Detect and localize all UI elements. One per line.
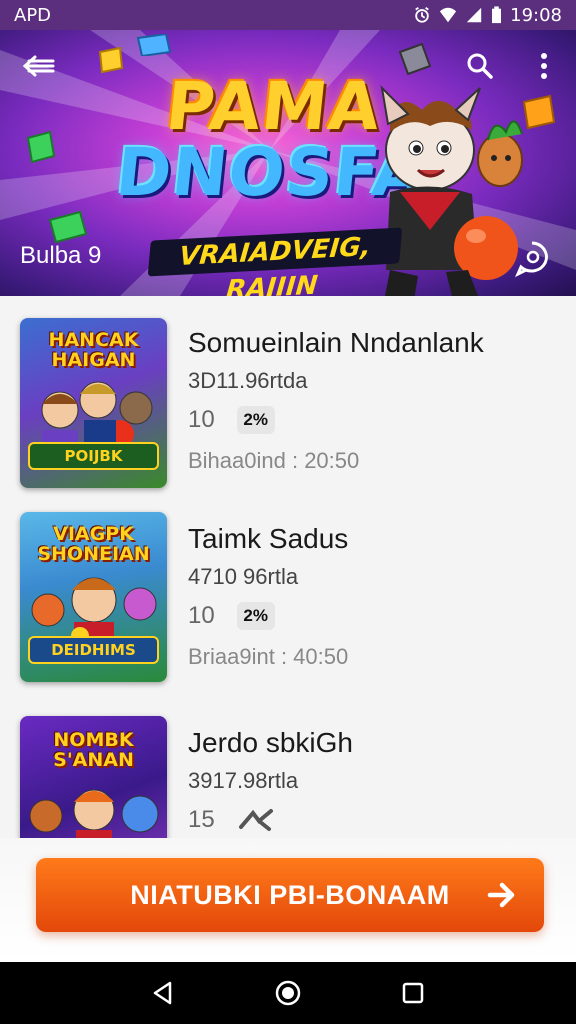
game-thumbnail: NOMBK S'ANAN — [20, 716, 167, 838]
status-bar: APD 19:08 — [0, 0, 576, 30]
chat-button[interactable] — [512, 238, 552, 278]
gem-decoration — [26, 130, 56, 164]
back-button[interactable] — [18, 46, 58, 86]
thumbnail-badge: DEIDHIMS — [28, 636, 159, 664]
list-item[interactable]: VIAGPK SHONEIAN DEIDHIMS Taimk Sadus 471… — [0, 512, 576, 708]
list-item[interactable]: HANCAK HAIGAN POIJBK Somueinlain Nndanla… — [0, 316, 576, 512]
signal-icon — [466, 7, 482, 23]
share-icon — [238, 809, 273, 831]
item-title: Jerdo sbkiGh — [188, 727, 353, 758]
primary-action-label: NIATUBKI PBI-BONAAM — [130, 879, 450, 910]
item-count: 10 — [188, 602, 215, 629]
percent-badge: 2% — [236, 602, 275, 630]
back-arrow-icon — [22, 55, 55, 77]
game-thumbnail: HANCAK HAIGAN POIJBK — [20, 318, 167, 488]
item-info: Jerdo sbkiGh 3917.98rtla 15 — [188, 728, 353, 834]
search-icon — [467, 53, 493, 79]
item-title: Somueinlain Nndanlank — [188, 327, 484, 358]
status-icons: 19:08 — [413, 5, 562, 26]
item-stats: 10 2% — [188, 406, 484, 434]
nav-recents-button[interactable] — [391, 971, 435, 1015]
alarm-icon — [415, 7, 429, 23]
hero-banner: PAMA DNOSFA VRAIADVEIG, RAIIIN Bulba 9 — [0, 30, 576, 296]
item-count: 15 — [188, 806, 215, 833]
item-time: Briaa9int : 40:50 — [188, 644, 349, 669]
thumbnail-title: NOMBK S'ANAN — [53, 729, 134, 771]
item-size: 3D11.96rtda — [188, 368, 308, 393]
thumbnail-title: VIAGPK SHONEIAN — [37, 523, 150, 565]
percent-badge: 2% — [236, 406, 275, 434]
item-stats: 15 — [188, 806, 353, 834]
home-circle-icon — [275, 980, 301, 1006]
back-triangle-icon — [153, 981, 171, 1005]
game-list: HANCAK HAIGAN POIJBK Somueinlain Nndanla… — [0, 296, 576, 838]
bottom-action-area: NIATUBKI PBI-BONAAM — [0, 838, 576, 962]
list-item[interactable]: NOMBK S'ANAN Jerdo sbkiGh 3917.98rtla 15 — [0, 716, 576, 838]
system-nav-bar — [0, 962, 576, 1024]
item-count: 10 — [188, 406, 215, 433]
game-thumbnail: VIAGPK SHONEIAN DEIDHIMS — [20, 512, 167, 682]
recents-square-icon — [403, 982, 424, 1004]
battery-icon — [492, 6, 502, 24]
item-size: 4710 96rtla — [188, 564, 299, 589]
nav-home-button[interactable] — [266, 971, 310, 1015]
gem-decoration — [48, 210, 88, 244]
clock: 19:08 — [510, 4, 562, 26]
gem-decoration — [98, 46, 124, 74]
gem-decoration — [136, 34, 172, 56]
item-stats: 10 2% — [188, 602, 348, 630]
carrier-label: APD — [14, 4, 52, 26]
primary-action-button[interactable]: NIATUBKI PBI-BONAAM — [36, 858, 544, 932]
item-info: Somueinlain Nndanlank 3D11.96rtda 10 2% … — [188, 328, 484, 474]
nav-back-button[interactable] — [141, 971, 185, 1015]
chat-icon — [515, 241, 548, 278]
arrow-right-icon — [487, 882, 515, 908]
thumbnail-title: HANCAK HAIGAN — [48, 329, 139, 371]
item-time: Bihaa0ind : 20:50 — [188, 448, 360, 473]
thumbnail-characters — [29, 789, 159, 838]
item-info: Taimk Sadus 4710 96rtla 10 2% Briaa9int … — [188, 524, 348, 670]
item-size: 3917.98rtla — [188, 768, 299, 793]
thumbnail-badge: POIJBK — [28, 442, 159, 470]
gem-decoration — [398, 42, 432, 76]
banner-label: Bulba 9 — [20, 242, 102, 269]
more-vert-icon — [541, 53, 547, 79]
wifi-icon — [440, 7, 457, 23]
item-title: Taimk Sadus — [188, 523, 349, 554]
